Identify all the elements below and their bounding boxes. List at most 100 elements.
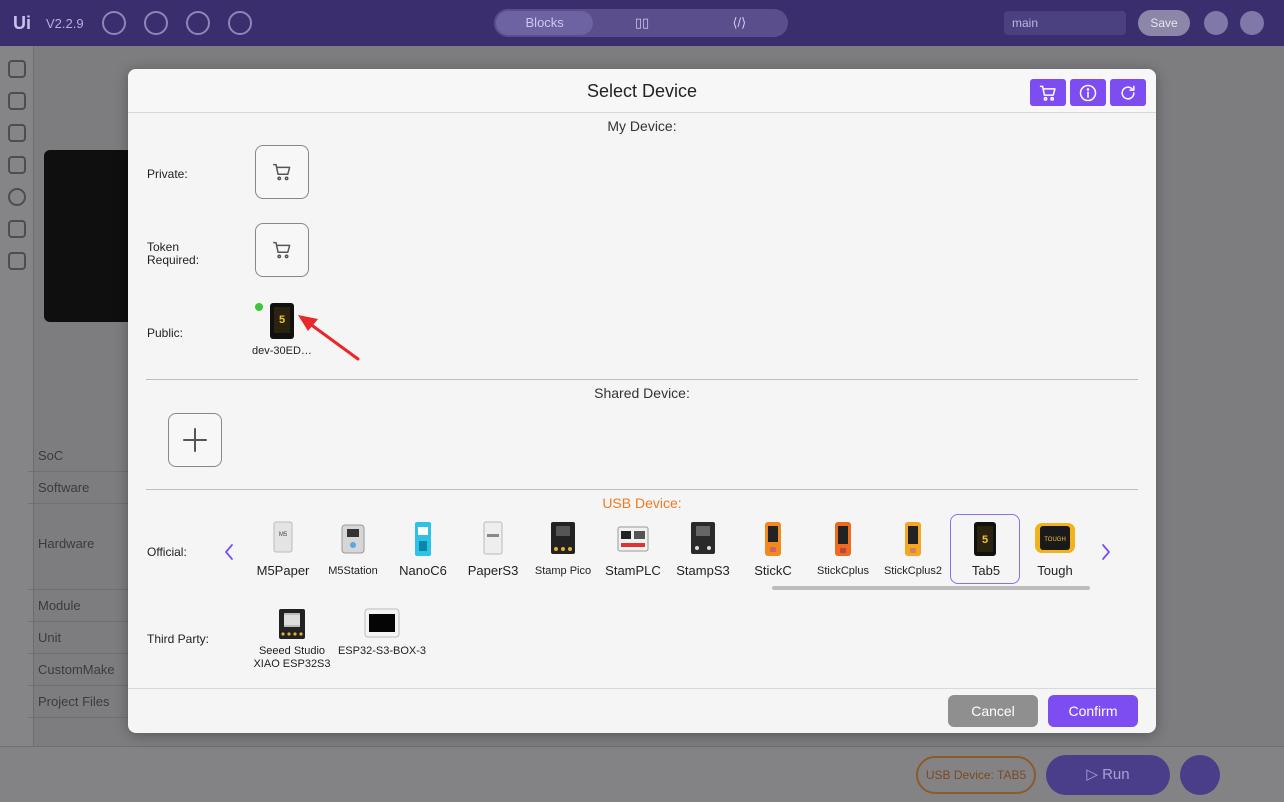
- add-shared-device-button[interactable]: [168, 413, 222, 467]
- tab5-icon: 5: [270, 303, 294, 339]
- device-name: ESP32-S3-BOX-3: [337, 645, 427, 657]
- prop-module[interactable]: Module: [28, 590, 128, 622]
- device-m5station[interactable]: M5Station: [319, 515, 387, 585]
- device-tough[interactable]: TOUGH Tough: [1021, 515, 1089, 585]
- token-required-label: Token Required:: [147, 240, 200, 267]
- device-stamplc[interactable]: StamPLC: [599, 515, 667, 585]
- shapes-icon[interactable]: [7, 124, 26, 142]
- editor-tabs: Blocks ▯▯ ⟨/⟩: [494, 9, 788, 37]
- cancel-button[interactable]: Cancel: [948, 695, 1038, 727]
- planet-icon[interactable]: [227, 11, 252, 35]
- prop-unit[interactable]: Unit: [28, 622, 128, 654]
- tab5-icon: 5: [974, 522, 996, 556]
- device-m5paper[interactable]: M5 M5Paper: [249, 515, 317, 585]
- online-status-dot: [255, 303, 263, 311]
- device-stamps3[interactable]: StampS3: [669, 515, 737, 585]
- help-icon[interactable]: [143, 11, 168, 35]
- device-list-scrollbar[interactable]: [772, 586, 1090, 590]
- device-name: StickC: [754, 563, 792, 578]
- device-name: Tough: [1037, 563, 1073, 578]
- device-name: Seeed Studio XIAO ESP32S3: [253, 645, 331, 670]
- screen-icon[interactable]: [7, 60, 26, 78]
- public-label: Public:: [147, 326, 184, 340]
- confirm-button[interactable]: Confirm: [1048, 695, 1138, 727]
- account-icon[interactable]: [1240, 11, 1264, 35]
- device-tab5[interactable]: 5 Tab5: [950, 514, 1020, 584]
- app-logo: Ui: [13, 12, 31, 33]
- info-icon: [1079, 84, 1097, 101]
- save-button[interactable]: Save: [1138, 10, 1190, 36]
- device-name: PaperS3: [467, 563, 519, 578]
- section-divider: [146, 379, 1138, 380]
- section-divider: [146, 489, 1138, 490]
- tag-icon[interactable]: [7, 92, 26, 110]
- images-icon[interactable]: [7, 252, 26, 270]
- annotation-arrow: [298, 315, 360, 361]
- tab-blocks[interactable]: Blocks: [496, 11, 594, 35]
- usb-device-title: USB Device:: [602, 495, 682, 511]
- info-button[interactable]: [1070, 79, 1106, 106]
- prop-soc[interactable]: SoC: [28, 440, 128, 472]
- token-shop-tile[interactable]: [255, 223, 309, 277]
- select-device-dialog: Select Device My Device: Private: Token …: [128, 69, 1156, 733]
- settings-icon[interactable]: [101, 11, 126, 35]
- circle-icon[interactable]: [7, 188, 26, 206]
- prop-custommake[interactable]: CustomMake: [28, 654, 128, 686]
- svg-text:M5: M5: [279, 532, 288, 538]
- third-party-label: Third Party:: [147, 632, 210, 646]
- shop-button[interactable]: [1030, 79, 1066, 106]
- esp32-s3-box-3-icon: [364, 608, 400, 638]
- project-name-input[interactable]: main: [1004, 11, 1126, 35]
- refresh-icon: [1121, 85, 1135, 100]
- run-label: Run: [1102, 766, 1130, 783]
- cloud-icon[interactable]: [1204, 11, 1228, 35]
- download-button[interactable]: [1180, 755, 1220, 795]
- cart-icon: [273, 163, 291, 181]
- device-name: StampS3: [676, 563, 730, 578]
- device-screen-text: 5: [274, 307, 290, 333]
- prop-software[interactable]: Software: [28, 472, 128, 504]
- device-preview: [44, 150, 136, 322]
- image-icon[interactable]: [7, 220, 26, 238]
- device-papers3[interactable]: PaperS3: [459, 515, 527, 585]
- folder-icon[interactable]: [185, 11, 210, 35]
- chevron-right-icon: [1102, 544, 1110, 560]
- stickc-icon: [765, 522, 781, 556]
- device-name: Stamp Pico: [534, 565, 592, 577]
- properties-panel: SoC Software Hardware Module Unit Custom…: [28, 440, 128, 718]
- device-stickcplus[interactable]: StickCplus: [809, 515, 877, 585]
- device-nanoc6[interactable]: NanoC6: [389, 515, 457, 585]
- my-device-title: My Device:: [607, 118, 677, 134]
- device-name: StickCplus2: [883, 565, 943, 577]
- app-version: V2.2.9: [46, 15, 84, 31]
- run-button[interactable]: ▷ Run: [1046, 755, 1170, 795]
- private-shop-tile[interactable]: [255, 145, 309, 199]
- tab-code[interactable]: ⟨/⟩: [691, 15, 788, 31]
- shared-device-title: Shared Device:: [594, 385, 690, 401]
- m5station-icon: [341, 524, 365, 554]
- m5paper-icon: M5: [273, 521, 293, 553]
- device-name: NanoC6: [399, 563, 447, 578]
- device-stickcplus2[interactable]: StickCplus2: [879, 515, 947, 585]
- dialog-title: Select Device: [586, 81, 698, 101]
- private-label: Private:: [147, 167, 188, 181]
- prop-hardware[interactable]: Hardware: [28, 504, 128, 590]
- device-name: StamPLC: [605, 563, 661, 578]
- usb-status-pill[interactable]: USB Device: TAB5: [916, 756, 1036, 794]
- scroll-right-button[interactable]: [1099, 541, 1113, 563]
- stickcplus-icon: [835, 522, 851, 556]
- tab-split[interactable]: ▯▯: [593, 15, 690, 31]
- refresh-button[interactable]: [1110, 79, 1146, 106]
- device-stamp-pico[interactable]: Stamp Pico: [529, 515, 597, 585]
- scroll-left-button[interactable]: [222, 541, 236, 563]
- device-stickc[interactable]: StickC: [739, 515, 807, 585]
- plus-icon: [183, 428, 207, 452]
- prop-project-files[interactable]: Project Files: [28, 686, 128, 718]
- stamp-pico-icon: [551, 522, 575, 554]
- square-icon[interactable]: [7, 156, 26, 174]
- stamps3-icon: [691, 522, 715, 554]
- cart-icon: [1039, 85, 1056, 101]
- device-name: StickCplus: [817, 565, 869, 577]
- device-name: Tab5: [971, 563, 1001, 578]
- nanoc6-icon: [415, 522, 431, 556]
